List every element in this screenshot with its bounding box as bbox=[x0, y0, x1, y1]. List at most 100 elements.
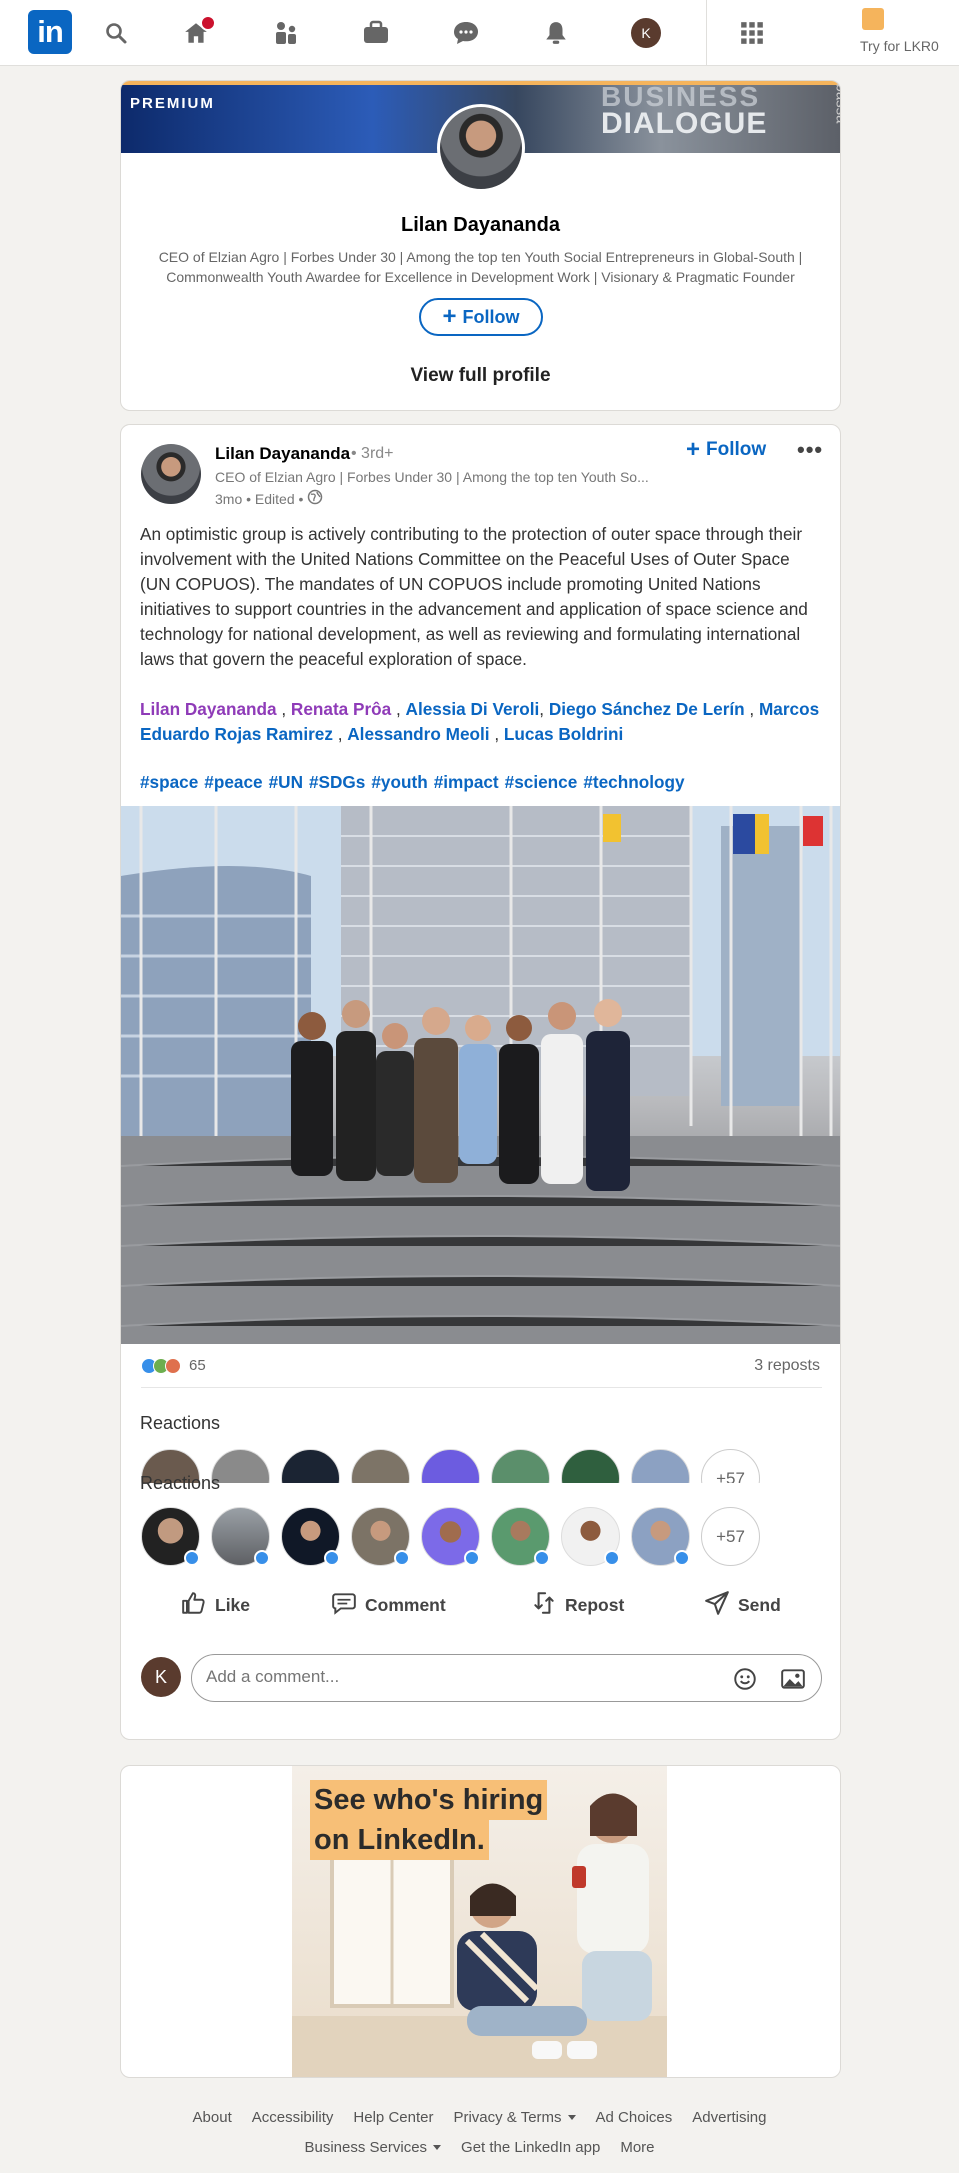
jobs-icon[interactable] bbox=[360, 17, 392, 49]
send-button[interactable]: Send bbox=[704, 1585, 781, 1625]
mention-link[interactable]: Alessia Di Veroli bbox=[406, 699, 540, 719]
hashtag-link[interactable]: #technology bbox=[583, 772, 684, 792]
reactions-heading: Reactions bbox=[140, 1473, 221, 1493]
me-avatar[interactable]: K bbox=[630, 17, 662, 49]
mention-link[interactable]: Lilan Dayananda bbox=[140, 699, 277, 719]
repost-icon bbox=[531, 1590, 557, 1621]
author-avatar[interactable] bbox=[141, 444, 201, 504]
hashtag-link[interactable]: #science bbox=[505, 772, 578, 792]
hashtag-link[interactable]: #peace bbox=[204, 772, 262, 792]
more-options-icon[interactable]: ••• bbox=[797, 437, 823, 463]
search-icon[interactable] bbox=[100, 17, 132, 49]
reactor-avatar[interactable] bbox=[281, 1449, 340, 1483]
footer-link-more[interactable]: More bbox=[620, 2139, 654, 2156]
footer-link-about[interactable]: About bbox=[193, 2109, 232, 2126]
reactor-avatar[interactable] bbox=[631, 1449, 690, 1483]
reactor-avatar[interactable] bbox=[141, 1507, 200, 1566]
like-badge-icon bbox=[674, 1550, 690, 1566]
post-meta: 3mo • Edited • bbox=[215, 489, 323, 508]
author-headline: CEO of Elzian Agro | Forbes Under 30 | A… bbox=[215, 469, 649, 485]
hashtag-link[interactable]: #impact bbox=[434, 772, 499, 792]
try-premium-link[interactable]: Try for LKR0 bbox=[860, 38, 939, 54]
comment-box[interactable] bbox=[191, 1654, 822, 1702]
follow-button[interactable]: + Follow bbox=[419, 298, 543, 336]
reactor-avatar[interactable] bbox=[561, 1449, 620, 1483]
more-reactors[interactable]: +57 bbox=[701, 1449, 760, 1483]
image-icon[interactable] bbox=[780, 1666, 806, 1697]
ad-card[interactable]: See who's hiring on LinkedIn. bbox=[120, 1765, 841, 2078]
like-badge-icon bbox=[254, 1550, 270, 1566]
more-reactors[interactable]: +57 bbox=[701, 1507, 760, 1566]
like-button[interactable]: Like bbox=[181, 1585, 250, 1625]
reactor-avatar[interactable] bbox=[421, 1507, 480, 1566]
reactor-avatar[interactable] bbox=[491, 1449, 550, 1483]
work-grid-icon[interactable] bbox=[736, 17, 768, 49]
hashtag-link[interactable]: #youth bbox=[371, 772, 427, 792]
footer-link-advertising[interactable]: Advertising bbox=[692, 2109, 766, 2126]
reposts-count[interactable]: 3 reposts bbox=[754, 1357, 820, 1375]
banner-text: bassa bbox=[832, 83, 841, 124]
globe-icon bbox=[307, 489, 323, 508]
reactor-avatar[interactable] bbox=[351, 1507, 410, 1566]
like-badge-icon bbox=[464, 1550, 480, 1566]
premium-label: PREMIUM bbox=[130, 95, 215, 112]
linkedin-logo[interactable]: in bbox=[28, 10, 72, 54]
notification-badge bbox=[200, 15, 216, 31]
chevron-down-icon bbox=[567, 2115, 576, 2121]
view-full-profile-link[interactable]: View full profile bbox=[121, 365, 840, 387]
plus-icon: + bbox=[442, 303, 457, 330]
repost-button[interactable]: Repost bbox=[531, 1585, 624, 1625]
like-badge-icon bbox=[394, 1550, 410, 1566]
post-mentions: Lilan Dayananda , Renata Prôa , Alessia … bbox=[140, 699, 820, 744]
like-badge-icon bbox=[324, 1550, 340, 1566]
reaction-summary[interactable]: 65 bbox=[141, 1357, 206, 1374]
post-text: An optimistic group is actively contribu… bbox=[140, 524, 808, 669]
divider bbox=[141, 1387, 822, 1388]
footer-link-accessibility[interactable]: Accessibility bbox=[252, 2109, 334, 2126]
profile-name[interactable]: Lilan Dayananda bbox=[121, 214, 840, 237]
premium-icon[interactable] bbox=[862, 8, 884, 30]
reactor-avatar[interactable] bbox=[421, 1449, 480, 1483]
my-network-icon[interactable] bbox=[270, 17, 302, 49]
post-image[interactable] bbox=[121, 806, 840, 1344]
post-follow-button[interactable]: + Follow bbox=[686, 438, 766, 462]
comment-button[interactable]: Comment bbox=[331, 1585, 446, 1625]
emoji-icon[interactable] bbox=[732, 1666, 758, 1697]
reactor-avatar[interactable] bbox=[351, 1449, 410, 1483]
commenter-avatar[interactable]: K bbox=[141, 1657, 181, 1697]
nav-divider bbox=[706, 0, 707, 66]
mention-link[interactable]: Lucas Boldrini bbox=[504, 724, 623, 744]
mention-link[interactable]: Renata Prôa bbox=[291, 699, 391, 719]
reactor-avatar[interactable] bbox=[211, 1507, 270, 1566]
thumbs-up-icon bbox=[181, 1590, 207, 1621]
footer-link-get-app[interactable]: Get the LinkedIn app bbox=[461, 2139, 600, 2156]
group-photo bbox=[121, 806, 840, 1344]
author-name[interactable]: Lilan Dayananda bbox=[215, 444, 350, 464]
footer-link-ad-choices[interactable]: Ad Choices bbox=[596, 2109, 673, 2126]
footer: About Accessibility Help Center Privacy … bbox=[0, 2102, 959, 2162]
comment-input[interactable] bbox=[206, 1667, 686, 1687]
home-icon[interactable] bbox=[180, 15, 216, 49]
comment-icon bbox=[331, 1590, 357, 1621]
reactor-list-ghost: +57 bbox=[141, 1449, 760, 1483]
footer-link-business-services[interactable]: Business Services bbox=[304, 2139, 442, 2156]
connection-degree: • 3rd+ bbox=[351, 445, 394, 462]
profile-headline: CEO of Elzian Agro | Forbes Under 30 | A… bbox=[158, 249, 803, 285]
footer-link-help-center[interactable]: Help Center bbox=[353, 2109, 433, 2126]
mention-link[interactable]: Diego Sánchez De Lerín bbox=[549, 699, 745, 719]
reactor-avatar[interactable] bbox=[491, 1507, 550, 1566]
profile-photo[interactable] bbox=[437, 104, 525, 192]
notifications-icon[interactable] bbox=[540, 17, 572, 49]
footer-link-privacy-terms[interactable]: Privacy & Terms bbox=[453, 2109, 576, 2126]
mention-link[interactable]: Alessandro Meoli bbox=[347, 724, 489, 744]
reactor-avatar[interactable] bbox=[281, 1507, 340, 1566]
hashtag-link[interactable]: #SDGs bbox=[309, 772, 365, 792]
like-badge-icon bbox=[534, 1550, 550, 1566]
ad-image[interactable]: See who's hiring on LinkedIn. bbox=[292, 1766, 667, 2077]
hashtag-link[interactable]: #space bbox=[140, 772, 198, 792]
banner-text: DIALOGUE bbox=[601, 107, 768, 140]
reactor-avatar[interactable] bbox=[631, 1507, 690, 1566]
messaging-icon[interactable] bbox=[450, 17, 482, 49]
hashtag-link[interactable]: #UN bbox=[269, 772, 303, 792]
reactor-avatar[interactable] bbox=[561, 1507, 620, 1566]
